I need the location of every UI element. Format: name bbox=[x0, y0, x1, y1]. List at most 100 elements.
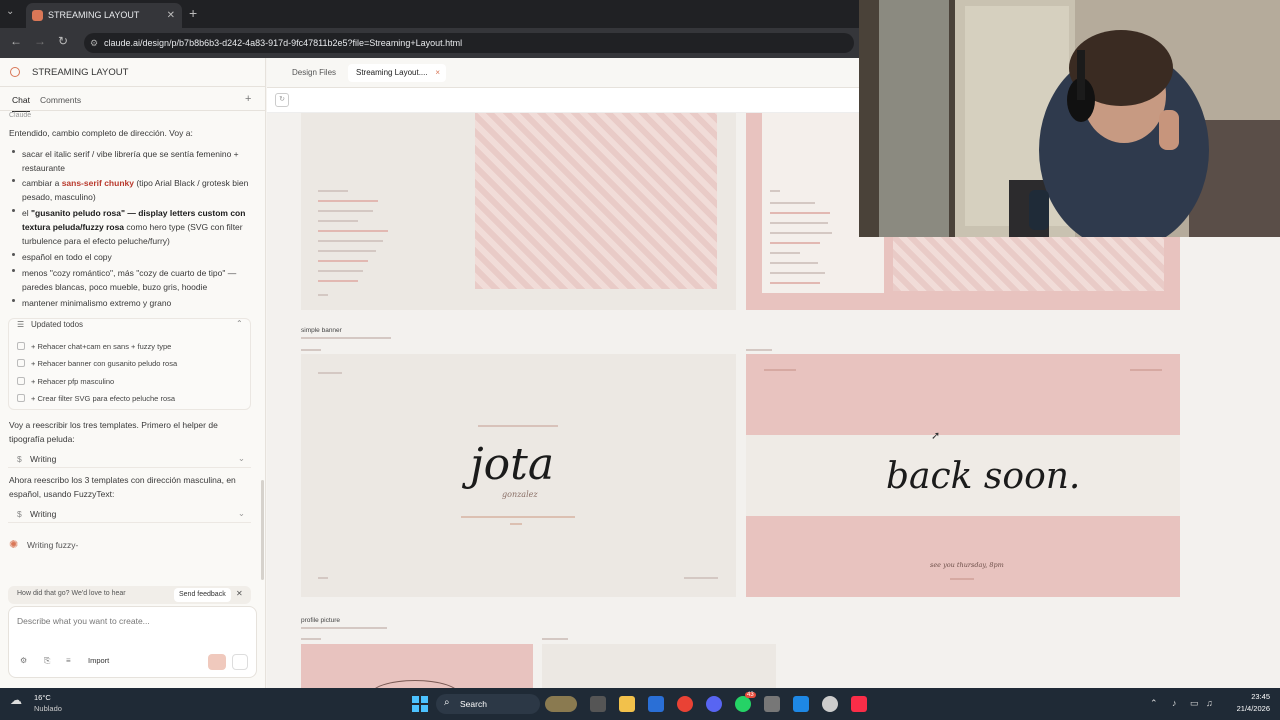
claude-spinner-icon: ✺ bbox=[9, 539, 19, 551]
pfp-card-2[interactable] bbox=[542, 644, 776, 688]
bullet-dot bbox=[12, 269, 15, 272]
card-caption bbox=[746, 349, 772, 351]
banner-corner-text bbox=[318, 372, 342, 374]
stop-icon[interactable] bbox=[232, 654, 248, 670]
clock-date[interactable]: 21/4/2026 bbox=[1222, 704, 1270, 713]
mouse-cursor-icon: ➚ bbox=[931, 430, 941, 442]
bullet-dot bbox=[12, 253, 15, 256]
tab-title: STREAMING LAYOUT bbox=[48, 10, 140, 20]
section-title-banner: simple banner bbox=[301, 327, 342, 334]
weather-icon: ☁ bbox=[10, 693, 22, 707]
site-info-icon[interactable]: ⚙ bbox=[90, 33, 98, 53]
notification-badge: 43 bbox=[745, 692, 756, 698]
project-title: STREAMING LAYOUT bbox=[32, 67, 129, 78]
cam-placeholder bbox=[893, 237, 1164, 291]
new-tab-icon[interactable]: + bbox=[189, 5, 197, 21]
windows-start-icon[interactable] bbox=[412, 696, 428, 712]
todo-item[interactable]: + Crear filter SVG para efecto peluche r… bbox=[17, 394, 175, 403]
brb-bottom-band bbox=[746, 516, 1180, 597]
bullet-3: el "gusanito peludo rosa" — display lett… bbox=[22, 208, 246, 246]
tool-call-writing[interactable]: $ Writing ⌄ bbox=[8, 452, 251, 468]
discord-icon[interactable] bbox=[706, 696, 722, 712]
task-view-icon[interactable] bbox=[590, 696, 606, 712]
send-icon[interactable] bbox=[208, 654, 226, 670]
prompt-input[interactable]: Describe what you want to create... bbox=[17, 616, 150, 626]
project-icon bbox=[10, 67, 20, 77]
mic-icon[interactable]: ≡ bbox=[66, 656, 71, 665]
url-field[interactable]: ⚙ claude.ai/design/p/b7b8b6b3-d242-4a83-… bbox=[84, 33, 854, 53]
obs-icon[interactable] bbox=[822, 696, 838, 712]
intro-text: Entendido, cambio completo de dirección.… bbox=[9, 128, 193, 138]
settings-icon[interactable]: ⚙ bbox=[20, 656, 27, 665]
brb-time bbox=[950, 578, 974, 580]
weather-temp[interactable]: 16°C bbox=[34, 693, 51, 702]
url-text: claude.ai/design/p/b7b8b6b3-d242-4a83-91… bbox=[104, 38, 463, 48]
bullet-dot bbox=[12, 150, 15, 153]
mic-icon[interactable]: ♪ bbox=[1172, 698, 1177, 708]
claude-favicon-icon bbox=[32, 10, 43, 21]
app-icon[interactable] bbox=[793, 696, 809, 712]
banner-tagline bbox=[461, 516, 575, 518]
bullet-2: cambiar a sans-serif chunky (tipo Arial … bbox=[22, 178, 249, 202]
weather-desc: Nublado bbox=[34, 704, 62, 713]
volume-icon[interactable]: ♫ bbox=[1206, 698, 1213, 708]
steam-icon[interactable] bbox=[764, 696, 780, 712]
import-button[interactable]: Import bbox=[88, 656, 109, 665]
brb-corner-text bbox=[764, 369, 796, 371]
bullet-dot bbox=[12, 209, 15, 212]
browser-tab[interactable]: STREAMING LAYOUT ✕ bbox=[26, 3, 182, 28]
status-text: Writing fuzzy- bbox=[27, 540, 79, 550]
brb-text: back soon. bbox=[886, 456, 1081, 497]
back-icon[interactable]: ← bbox=[10, 34, 22, 48]
banner-surname: gonzalez bbox=[502, 490, 538, 499]
widget-icon[interactable] bbox=[545, 696, 577, 712]
banner-name: jota bbox=[470, 439, 555, 490]
refresh-icon[interactable]: ↻ bbox=[275, 93, 289, 107]
feedback-prompt: How did that go? We'd love to hear bbox=[17, 590, 126, 597]
cam-placeholder bbox=[475, 113, 717, 289]
file-explorer-icon[interactable] bbox=[619, 696, 635, 712]
card-caption bbox=[301, 638, 321, 640]
brb-top-band bbox=[746, 354, 1180, 435]
close-tab-icon[interactable]: × bbox=[435, 64, 440, 82]
tab-streaming-layout[interactable]: Streaming Layout.... × bbox=[348, 64, 446, 82]
collapse-icon[interactable]: ⌃ bbox=[236, 319, 243, 328]
todos-title: Updated todos bbox=[31, 320, 84, 329]
display-icon[interactable]: ▭ bbox=[1190, 698, 1199, 709]
tab-design-files[interactable]: Design Files bbox=[284, 64, 344, 82]
attach-icon[interactable]: ⎘ bbox=[44, 656, 50, 666]
brb-subtext: see you thursday, 8pm bbox=[930, 561, 1004, 569]
forward-icon[interactable]: → bbox=[34, 34, 46, 48]
tray-chevron-icon[interactable]: ⌃ bbox=[1150, 698, 1158, 709]
bullet-4: español en todo el copy bbox=[22, 252, 112, 262]
tab-search-icon[interactable]: ⌄ bbox=[6, 6, 14, 17]
card-caption bbox=[301, 349, 321, 351]
chat-mock-lines bbox=[770, 190, 870, 285]
todo-item[interactable]: + Rehacer chat+cam en sans + fuzzy type bbox=[17, 342, 171, 351]
new-chat-icon[interactable]: + bbox=[245, 93, 251, 105]
tool-call-writing[interactable]: $ Writing ⌄ bbox=[8, 507, 251, 523]
music-icon[interactable] bbox=[851, 696, 867, 712]
taskbar-search[interactable] bbox=[436, 694, 540, 714]
outlook-icon[interactable] bbox=[648, 696, 664, 712]
reload-icon[interactable]: ↻ bbox=[58, 34, 68, 48]
banner-tagline bbox=[510, 523, 522, 525]
sidebar-scrollbar[interactable] bbox=[261, 480, 264, 580]
close-icon[interactable]: ✕ bbox=[236, 589, 243, 598]
tab-comments[interactable]: Comments bbox=[40, 95, 81, 105]
close-tab-icon[interactable]: ✕ bbox=[167, 3, 175, 28]
banner-footer bbox=[684, 577, 718, 579]
webcam-image bbox=[859, 0, 1280, 237]
whatsapp-icon[interactable] bbox=[735, 696, 751, 712]
list-icon: ☰ bbox=[17, 320, 25, 329]
banner-footer bbox=[318, 577, 328, 579]
todo-item[interactable]: + Rehacer banner con gusanito peludo ros… bbox=[17, 359, 177, 368]
clock-time[interactable]: 23:45 bbox=[1230, 692, 1270, 701]
section-caption bbox=[301, 627, 387, 629]
todo-item[interactable]: + Rehacer pfp masculino bbox=[17, 377, 114, 386]
bullet-dot bbox=[12, 299, 15, 302]
chrome-icon[interactable] bbox=[677, 696, 693, 712]
section-caption bbox=[301, 337, 391, 339]
send-feedback-button[interactable]: Send feedback bbox=[174, 588, 231, 602]
search-icon: ⌕ bbox=[444, 697, 450, 708]
